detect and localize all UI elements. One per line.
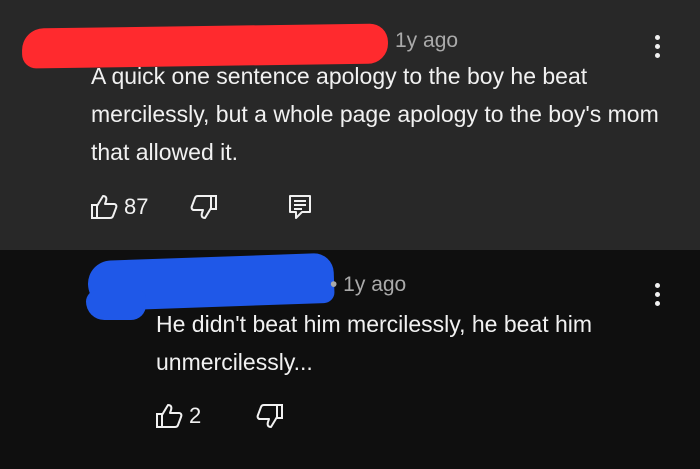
thumbs-up-icon	[156, 404, 183, 428]
comment-timestamp[interactable]: • 1y ago	[330, 273, 406, 297]
like-button[interactable]: 2	[155, 403, 201, 429]
like-count: 2	[189, 403, 202, 428]
comment-text: He didn't beat him mercilessly, he beat …	[156, 311, 593, 375]
thumbs-down-icon	[256, 404, 283, 428]
dislike-button[interactable]	[256, 403, 284, 429]
comment-2-content: • 1y ago He didn't beat him mercilessly,…	[0, 250, 700, 469]
